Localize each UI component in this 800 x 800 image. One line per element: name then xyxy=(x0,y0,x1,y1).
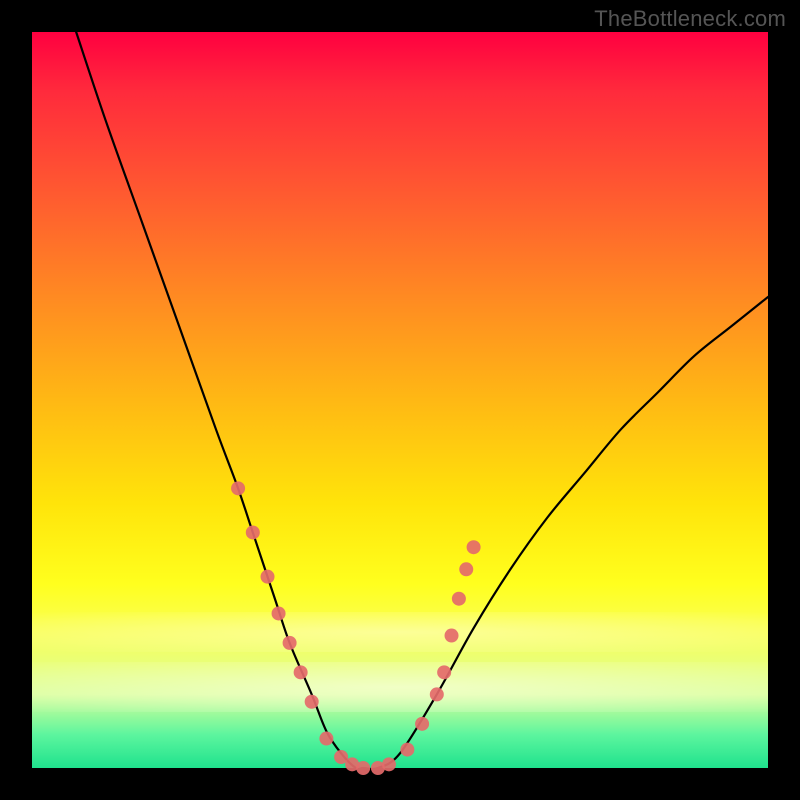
bead-marker xyxy=(356,761,370,775)
bead-marker xyxy=(283,636,297,650)
bead-marker xyxy=(382,757,396,771)
bead-marker xyxy=(261,570,275,584)
bead-marker xyxy=(272,606,286,620)
bottleneck-curve xyxy=(76,32,768,769)
bead-marker xyxy=(294,665,308,679)
plot-area xyxy=(32,32,768,768)
bead-marker xyxy=(459,562,473,576)
bead-markers-group xyxy=(231,481,481,775)
bead-marker xyxy=(246,525,260,539)
bead-marker xyxy=(445,629,459,643)
bead-marker xyxy=(430,687,444,701)
chart-frame: TheBottleneck.com xyxy=(0,0,800,800)
bead-marker xyxy=(452,592,466,606)
bead-marker xyxy=(231,481,245,495)
bead-marker xyxy=(437,665,451,679)
bead-marker xyxy=(467,540,481,554)
curve-svg xyxy=(32,32,768,768)
bead-marker xyxy=(305,695,319,709)
bead-marker xyxy=(400,743,414,757)
bead-marker xyxy=(415,717,429,731)
bead-marker xyxy=(319,732,333,746)
attribution-text: TheBottleneck.com xyxy=(594,6,786,32)
